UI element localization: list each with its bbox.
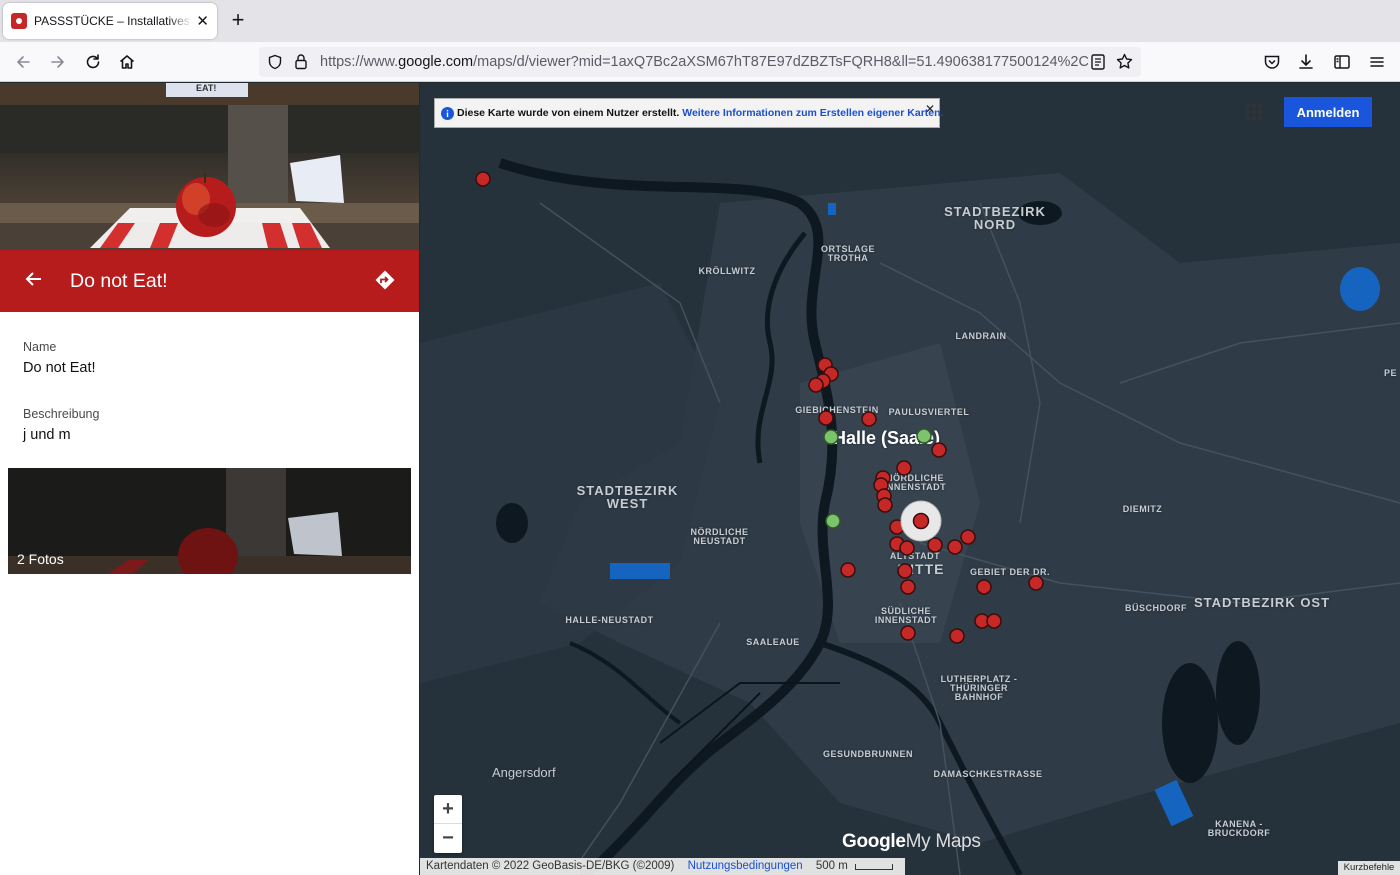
browser-tab-bar: PASSSTÜCKE – Installatives Arb ✕ + — [0, 0, 1400, 42]
banner-text: Diese Karte wurde von einem Nutzer erste… — [457, 107, 944, 119]
home-icon[interactable] — [115, 50, 139, 74]
apps-grid-icon[interactable] — [1246, 104, 1262, 125]
photo-gallery-thumbnail[interactable]: 2 Fotos — [8, 468, 411, 574]
green-marker[interactable] — [823, 429, 839, 445]
name-value: Do not Eat! — [23, 360, 96, 376]
red-marker[interactable] — [949, 628, 965, 644]
scale-bar — [855, 864, 894, 870]
directions-icon[interactable] — [374, 269, 396, 296]
red-marker[interactable] — [861, 411, 877, 427]
bookmark-star-icon[interactable] — [1116, 53, 1133, 75]
zoom-in-button[interactable]: + — [434, 795, 462, 824]
red-marker[interactable] — [897, 563, 913, 579]
map-canvas[interactable]: STADTBEZIRK NORD ORTSLAGE TROTHA KRÖLLWI… — [420, 83, 1400, 875]
banner-link[interactable]: Weitere Informationen zum Erstellen eige… — [682, 107, 943, 119]
red-marker[interactable] — [899, 540, 915, 556]
red-marker[interactable] — [1028, 575, 1044, 591]
name-label: Name — [23, 340, 57, 354]
red-marker[interactable] — [986, 613, 1002, 629]
tab-title: PASSSTÜCKE – Installatives Arb — [34, 14, 192, 28]
reload-icon[interactable] — [81, 50, 105, 74]
red-marker[interactable] — [840, 562, 856, 578]
url-bar[interactable]: https://www.google.com/maps/d/viewer?mid… — [259, 47, 1141, 77]
map-pin-favicon-icon — [11, 13, 27, 29]
pocket-icon[interactable] — [1260, 50, 1284, 74]
zoom-out-button[interactable]: − — [434, 824, 462, 853]
feature-title: Do not Eat! — [70, 270, 168, 292]
feature-header: Do not Eat! — [0, 250, 419, 312]
map-attribution-bar: Kartendaten © 2022 GeoBasis-DE/BKG (©200… — [420, 858, 905, 875]
map-data-attribution: Kartendaten © 2022 GeoBasis-DE/BKG (©200… — [426, 860, 675, 872]
back-arrow-icon[interactable] — [24, 269, 44, 294]
forward-icon[interactable] — [46, 50, 70, 74]
red-marker[interactable] — [475, 171, 491, 187]
selected-marker[interactable] — [900, 500, 942, 542]
red-marker[interactable] — [877, 497, 893, 513]
map-markers — [475, 171, 1044, 644]
photo-thumbnail-image — [8, 468, 411, 574]
sidebar-toggle-icon[interactable] — [1330, 50, 1354, 74]
new-tab-icon[interactable]: + — [227, 9, 249, 31]
reader-view-icon[interactable] — [1091, 54, 1105, 75]
zoom-control: + − — [434, 795, 462, 853]
red-marker[interactable] — [931, 442, 947, 458]
browser-nav-bar: https://www.google.com/maps/d/viewer?mid… — [0, 42, 1400, 82]
google-my-maps-logo: GoogleMy Maps — [842, 831, 981, 852]
back-icon[interactable] — [11, 50, 35, 74]
lock-icon[interactable] — [293, 53, 309, 75]
close-banner-icon[interactable]: ✕ — [925, 102, 935, 116]
shield-icon[interactable] — [267, 54, 283, 75]
red-marker[interactable] — [960, 529, 976, 545]
url-text[interactable]: https://www.google.com/maps/d/viewer?mid… — [320, 54, 1088, 70]
sign-in-button[interactable]: Anmelden — [1284, 97, 1372, 127]
red-marker[interactable] — [976, 579, 992, 595]
red-marker[interactable] — [896, 460, 912, 476]
photos-count-label: 2 Fotos — [17, 551, 64, 567]
browser-tab[interactable]: PASSSTÜCKE – Installatives Arb ✕ — [3, 3, 217, 39]
red-marker[interactable] — [818, 410, 834, 426]
green-marker[interactable] — [825, 513, 841, 529]
sign-text: EAT! — [196, 83, 217, 93]
keyboard-shortcuts-button[interactable]: Kurzbefehle — [1338, 861, 1400, 875]
scale-label: 500 m — [815, 860, 848, 872]
red-marker[interactable] — [808, 377, 824, 393]
feature-detail-panel: EAT! Do not Eat! Name Do not Eat! Beschr… — [0, 83, 419, 875]
terms-link[interactable]: Nutzungsbedingungen — [688, 860, 803, 872]
description-value: j und m — [23, 427, 71, 443]
red-marker[interactable] — [947, 539, 963, 555]
apple-on-bench-image — [0, 83, 419, 250]
red-marker[interactable] — [927, 537, 943, 553]
close-tab-icon[interactable]: ✕ — [196, 12, 209, 30]
downloads-icon[interactable] — [1294, 50, 1318, 74]
menu-icon[interactable] — [1365, 50, 1389, 74]
red-marker[interactable] — [900, 579, 916, 595]
green-marker[interactable] — [916, 428, 932, 444]
description-label: Beschreibung — [23, 407, 100, 421]
user-map-info-banner: Diese Karte wurde von einem Nutzer erste… — [434, 98, 944, 128]
red-marker[interactable] — [900, 625, 916, 641]
info-icon — [441, 107, 454, 125]
feature-photo[interactable]: EAT! — [0, 83, 419, 250]
